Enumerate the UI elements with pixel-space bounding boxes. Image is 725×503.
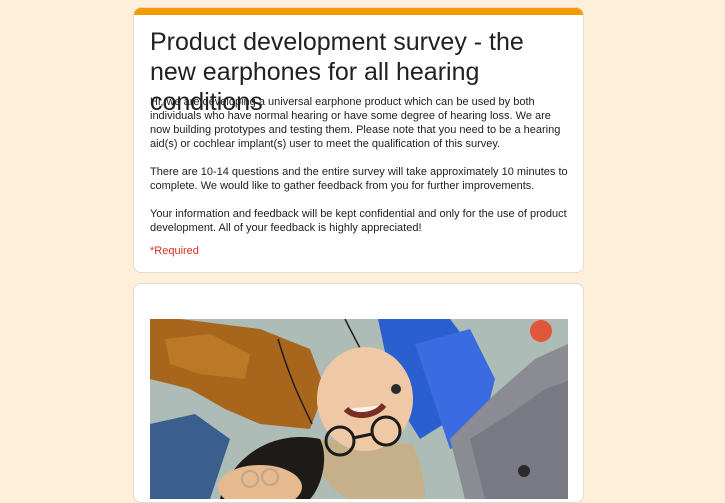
required-indicator: *Required [150, 245, 199, 257]
form-description-paragraph: There are 10-14 questions and the entire… [150, 166, 568, 192]
survey-photo [150, 319, 568, 499]
image-item-card [133, 283, 584, 503]
form-description-paragraph: Hi, we are developing a universal earpho… [150, 96, 561, 150]
theme-accent-bar [134, 8, 583, 15]
form-header-card: Product development survey - the new ear… [133, 7, 584, 273]
form-description-paragraph: Your information and feedback will be ke… [150, 208, 567, 234]
